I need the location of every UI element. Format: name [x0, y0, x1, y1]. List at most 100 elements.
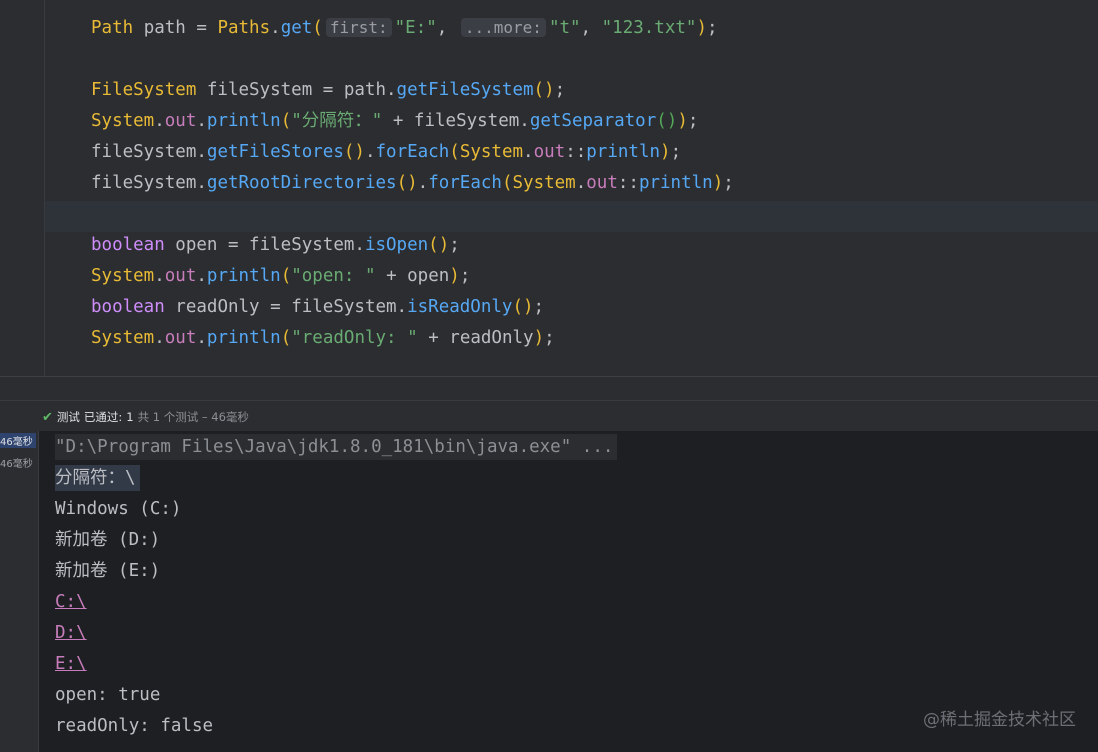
- code-token: ,: [580, 18, 602, 38]
- code-token: (): [533, 80, 555, 100]
- code-token: (: [501, 173, 513, 193]
- watermark: @稀土掘金技术社区: [923, 710, 1076, 730]
- code-token: out: [164, 328, 197, 348]
- code-token: (: [449, 142, 460, 162]
- code-token: .: [523, 142, 534, 162]
- test-tree-item[interactable]: 46毫秒: [0, 455, 33, 470]
- code-token: println: [638, 173, 713, 193]
- code-token: (): [396, 173, 418, 193]
- test-duration: 46毫秒: [0, 459, 33, 470]
- code-token: ): [712, 173, 724, 193]
- code-token: System: [512, 173, 576, 193]
- code-token: (): [428, 235, 450, 255]
- code-token: ;: [459, 266, 471, 286]
- code-token: readOnly = fileSystem.: [164, 297, 408, 317]
- code-token: FileSystem: [91, 80, 197, 100]
- code-token: .: [270, 18, 281, 38]
- code-token: ::: [565, 142, 587, 162]
- code-line: boolean readOnly = fileSystem.isReadOnly…: [91, 296, 544, 318]
- code-token: boolean: [91, 297, 165, 317]
- console-path-link[interactable]: C:\: [55, 589, 87, 615]
- code-editor[interactable]: Path path = Paths.get(first: "E:", ...mor…: [0, 0, 1098, 376]
- code-token: (: [280, 111, 292, 131]
- code-token: .: [417, 173, 429, 193]
- console-line: "D:\Program Files\Java\jdk1.8.0_181\bin\…: [55, 434, 618, 460]
- code-token: ;: [554, 80, 566, 100]
- code-token: (): [512, 297, 534, 317]
- code-token: out: [164, 266, 197, 286]
- code-token: (: [280, 266, 292, 286]
- code-token: ;: [544, 328, 555, 348]
- code-token: "t": [548, 18, 581, 38]
- passed-label: 已通过:: [83, 410, 123, 424]
- console-line: 新加卷 (E:): [55, 561, 161, 581]
- code-token: getSeparator: [529, 111, 657, 131]
- code-token: ): [696, 18, 707, 38]
- code-token: getFileSystem: [396, 80, 534, 100]
- code-token: println: [206, 266, 281, 286]
- code-token: println: [206, 111, 281, 131]
- code-token: .: [196, 266, 207, 286]
- code-line: System.out.println("readOnly: " + readOn…: [91, 327, 555, 349]
- check-icon: ✔: [42, 409, 53, 425]
- code-token: .: [154, 328, 165, 348]
- code-token: println: [586, 142, 661, 162]
- code-line: FileSystem fileSystem = path.getFileSyst…: [91, 79, 565, 101]
- code-line: fileSystem.getRootDirectories().forEach(…: [91, 172, 734, 194]
- parameter-hint: ...more:: [460, 18, 546, 37]
- code-token: "E:": [394, 18, 437, 38]
- code-token: fileSystem.: [91, 173, 207, 193]
- code-token: (): [656, 111, 678, 131]
- panel-splitter[interactable]: [0, 376, 1098, 401]
- code-token: getRootDirectories: [206, 173, 397, 193]
- code-token: Paths: [217, 18, 271, 38]
- code-token: fileSystem = path.: [196, 80, 397, 100]
- code-token: out: [586, 173, 618, 193]
- code-token: System: [91, 266, 155, 286]
- code-token: forEach: [428, 173, 502, 193]
- code-token: open = fileSystem.: [164, 235, 365, 255]
- code-token: ;: [533, 297, 545, 317]
- console-output[interactable]: "D:\Program Files\Java\jdk1.8.0_181\bin\…: [39, 431, 1098, 752]
- console-path-link[interactable]: E:\: [55, 651, 87, 677]
- code-token: (: [312, 18, 323, 38]
- console-line: open: true: [55, 685, 161, 705]
- console-path-link[interactable]: D:\: [55, 620, 87, 646]
- code-token: .: [364, 142, 376, 162]
- code-token: System: [459, 142, 524, 162]
- code-token: (): [343, 142, 365, 162]
- console-line: Windows (C:): [55, 499, 182, 519]
- code-token: System: [91, 328, 155, 348]
- test-tree-item[interactable]: 46毫秒: [0, 433, 36, 448]
- gutter-divider: [44, 0, 45, 376]
- code-token: ;: [707, 18, 718, 38]
- code-token: .: [154, 266, 165, 286]
- code-token: ): [677, 111, 688, 131]
- code-token: fileSystem.: [91, 142, 207, 162]
- code-token: Path: [91, 18, 134, 38]
- test-summary: 共 1 个测试 – 46毫秒: [137, 410, 249, 424]
- parameter-hint: first:: [325, 18, 392, 37]
- test-duration: 46毫秒: [0, 437, 33, 448]
- code-token: "open: ": [291, 266, 376, 286]
- code-token: ;: [670, 142, 682, 162]
- code-token: ): [660, 142, 671, 162]
- code-token: + fileSystem.: [382, 111, 530, 131]
- code-token: getFileStores: [206, 142, 344, 162]
- code-token: get: [280, 18, 313, 38]
- code-token: + open: [375, 266, 450, 286]
- code-token: isReadOnly: [407, 297, 513, 317]
- test-label: 测试: [56, 410, 80, 424]
- code-token: path =: [133, 18, 218, 38]
- code-token: ;: [723, 173, 734, 193]
- code-token: boolean: [91, 235, 165, 255]
- code-token: .: [575, 173, 587, 193]
- code-token: .: [196, 328, 207, 348]
- passed-count: 1: [126, 410, 134, 424]
- code-token: (: [280, 328, 292, 348]
- code-token: forEach: [375, 142, 450, 162]
- code-line: System.out.println("open: " + open);: [91, 265, 470, 287]
- code-token: println: [206, 328, 281, 348]
- code-token: ): [533, 328, 545, 348]
- code-line: fileSystem.getFileStores().forEach(Syste…: [91, 141, 681, 163]
